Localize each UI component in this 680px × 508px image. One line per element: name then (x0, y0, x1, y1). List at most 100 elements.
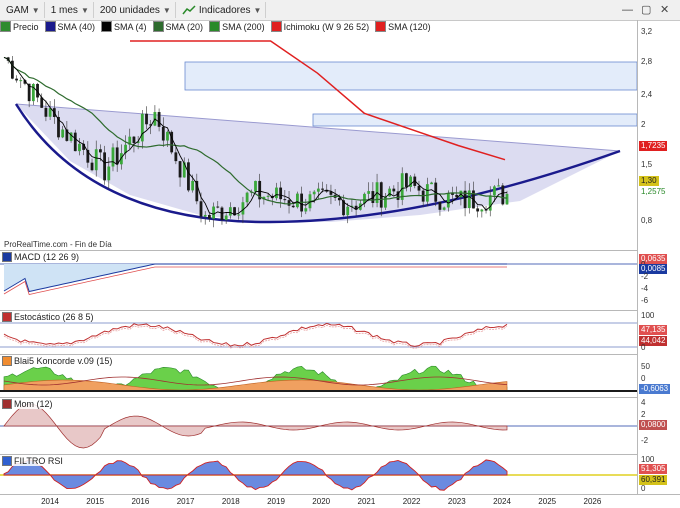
legend-swatch (375, 21, 387, 32)
price-tick: 2 (641, 120, 646, 129)
candle-body (237, 214, 241, 216)
candle-body (212, 206, 215, 219)
candle-body (31, 83, 35, 102)
legend-swatch (44, 21, 56, 32)
resistance-zone-upper (184, 61, 637, 91)
mom-tick: 4 (641, 398, 646, 407)
units-label: 200 unidades (99, 4, 160, 16)
candle-body (132, 136, 136, 143)
candle-body (254, 180, 257, 192)
candle-body (61, 129, 65, 138)
momentum-title[interactable]: Mom (12) (2, 399, 53, 409)
timeframe-selector[interactable]: 1 mes ▼ (47, 2, 94, 18)
close-button[interactable]: ✕ (660, 3, 669, 17)
rsi-title-label: FILTRO RSI (14, 456, 63, 466)
stoch-tick: 100 (641, 311, 655, 320)
year-tick: 2023 (447, 497, 466, 506)
price-tick: 1,5 (641, 160, 653, 169)
candle-body (99, 149, 102, 153)
stochastic-title-label: Estocástico (26 8 5) (14, 312, 94, 322)
candle-body (384, 196, 387, 208)
legend-item[interactable]: SMA (20) (152, 21, 203, 32)
candle-body (438, 201, 442, 210)
candle-body (279, 187, 283, 200)
rsi-axis: 100 51,305 60,391 0 (637, 454, 680, 494)
legend-swatch (152, 21, 164, 32)
koncorde-title-label: Blai5 Koncorde v.09 (15) (14, 356, 113, 366)
blai-tick: 50 (641, 362, 650, 371)
legend-item[interactable]: Ichimoku (W 9 26 52) (270, 21, 369, 32)
rsi-title[interactable]: FILTRO RSI (2, 456, 63, 466)
legend-item[interactable]: SMA (40) (44, 21, 96, 32)
legend-swatch (270, 21, 282, 32)
year-tick: 2014 (41, 497, 59, 506)
macd-panel: MACD (12 26 9) (0, 250, 637, 311)
stoch-tick: 0 (641, 343, 646, 352)
price-chart (3, 40, 637, 228)
toolbar: GAM ▼ 1 mes ▼ 200 unidades ▼ Indicadores ▼ —… (0, 0, 680, 21)
price-tick: 2,8 (641, 57, 653, 66)
candle-body (44, 107, 48, 117)
candle-body (392, 188, 396, 192)
candle-body (245, 192, 249, 203)
legend-label: SMA (40) (57, 21, 96, 32)
koncorde-title[interactable]: Blai5 Koncorde v.09 (15) (2, 356, 113, 366)
year-tick: 2021 (357, 497, 376, 506)
candle-body (207, 214, 211, 219)
symbol-selector[interactable]: GAM ▼ (2, 2, 45, 18)
legend-item[interactable]: SMA (200) (209, 21, 265, 32)
restore-button[interactable]: ▢ (641, 3, 651, 17)
stochastic-panel: Estocástico (26 8 5) (0, 310, 637, 355)
chevron-down-icon: ▼ (80, 5, 89, 15)
candle-body (275, 187, 278, 199)
macd-tick: -6 (641, 296, 649, 305)
candle-body (166, 131, 169, 141)
candle-body (346, 206, 350, 216)
candle-body (145, 113, 148, 125)
candle-body (161, 126, 165, 141)
candle-body (266, 195, 270, 197)
candle-body (497, 185, 501, 187)
candle-body (111, 147, 115, 167)
stochastic-title[interactable]: Estocástico (26 8 5) (2, 312, 94, 322)
candle-body (304, 208, 308, 212)
legend-item[interactable]: SMA (120) (375, 21, 431, 32)
rsi-panel: FILTRO RSI (0, 454, 637, 495)
momentum-title-label: Mom (12) (14, 399, 53, 409)
candle-body (216, 206, 220, 208)
macd-chart (0, 263, 637, 295)
candle-body (203, 214, 207, 217)
candle-body (73, 132, 77, 152)
chevron-down-icon: ▼ (253, 5, 262, 15)
legend-label: SMA (120) (388, 21, 431, 32)
legend-item[interactable]: Precio (0, 21, 39, 32)
candle-body (157, 112, 161, 127)
candle-body (316, 188, 320, 192)
minimize-button[interactable]: — (622, 3, 633, 17)
price-tick: 3,2 (641, 27, 653, 36)
candle-body (94, 149, 98, 171)
candle-body (48, 108, 52, 117)
candle-body (224, 215, 228, 221)
candle-body (488, 195, 492, 211)
year-tick: 2020 (312, 497, 331, 506)
chevron-down-icon: ▼ (31, 5, 40, 15)
symbol-label: GAM (6, 4, 29, 16)
units-selector[interactable]: 200 unidades ▼ (96, 2, 176, 18)
candle-body (103, 152, 106, 181)
year-tick: 2016 (131, 497, 150, 506)
koncorde-axis: 50 0 -0,6063 (637, 354, 680, 397)
stochastic-chart (0, 322, 637, 349)
year-tick: 2018 (221, 497, 240, 506)
price-tick: 0,8 (641, 216, 653, 225)
candle-body (505, 193, 509, 205)
candle-body (476, 208, 480, 212)
candle-body (417, 185, 421, 191)
legend-item[interactable]: SMA (4) (101, 21, 147, 32)
mom-tick: -2 (641, 436, 649, 445)
macd-title[interactable]: MACD (12 26 9) (2, 252, 80, 262)
candle-body (367, 191, 371, 194)
legend-swatch (0, 21, 11, 32)
indicators-button[interactable]: Indicadores ▼ (178, 2, 267, 18)
year-tick: 2022 (402, 497, 421, 506)
